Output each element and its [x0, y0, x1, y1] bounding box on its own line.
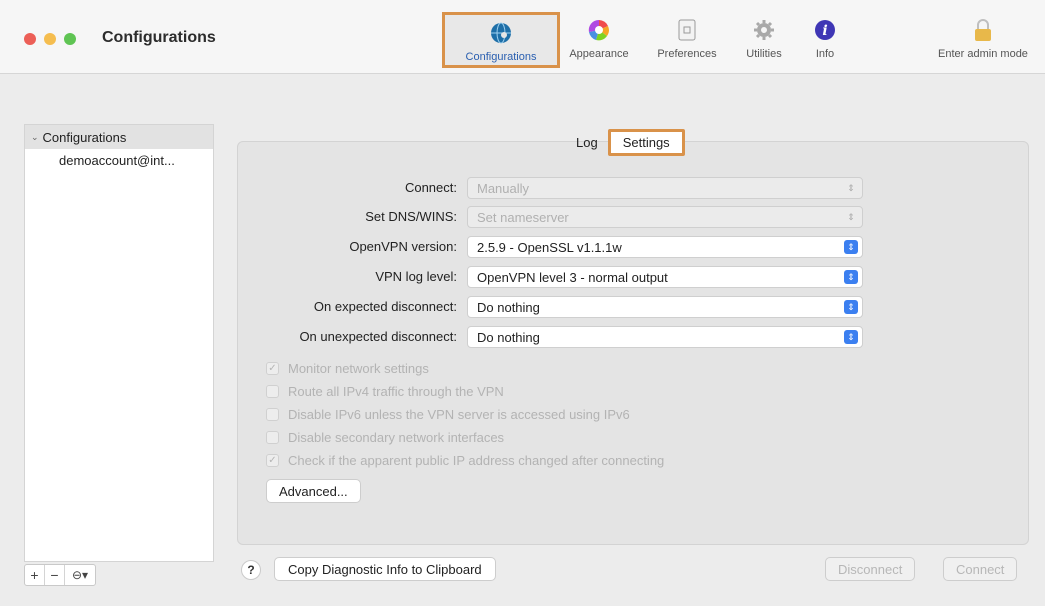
- connect-row: Connect: Manually ⇕: [237, 177, 877, 199]
- checkmark-icon: ✓: [266, 453, 279, 467]
- sidebar-item-demoaccount[interactable]: demoaccount@int...: [25, 149, 213, 171]
- unexpected-disconnect-label: On unexpected disconnect:: [299, 329, 457, 344]
- expected-disconnect-row: On expected disconnect: Do nothing ⇕: [237, 296, 877, 318]
- tab-settings[interactable]: Settings: [607, 128, 685, 156]
- dns-wins-label: Set DNS/WINS:: [365, 209, 457, 224]
- openvpn-version-label: OpenVPN version:: [349, 239, 457, 254]
- sidebar-header-label: Configurations: [42, 129, 127, 145]
- check-public-ip-label: Check if the apparent public IP address …: [288, 452, 665, 468]
- globe-icon: [489, 21, 513, 45]
- toolbar-utilities-label: Utilities: [746, 48, 782, 60]
- toolbar-appearance[interactable]: Appearance: [562, 12, 636, 68]
- connect-button[interactable]: Connect: [943, 557, 1018, 581]
- window-title: Configurations: [102, 29, 216, 46]
- select-stepper-icon: ⇕: [844, 240, 858, 254]
- toolbar-preferences-label: Preferences: [657, 48, 717, 60]
- disable-ipv6-label: Disable IPv6 unless the VPN server is ac…: [288, 406, 630, 422]
- expected-disconnect-label: On expected disconnect:: [313, 299, 457, 314]
- vpn-log-level-value: OpenVPN level 3 - normal output: [477, 269, 668, 285]
- toolbar-admin-mode[interactable]: Enter admin mode: [926, 12, 1040, 68]
- expected-disconnect-select[interactable]: Do nothing ⇕: [467, 296, 863, 318]
- toolbar-utilities[interactable]: Utilities: [738, 12, 790, 68]
- preferences-icon: [675, 18, 699, 42]
- add-configuration-button[interactable]: +: [25, 565, 45, 585]
- unexpected-disconnect-row: On unexpected disconnect: Do nothing ⇕: [237, 326, 877, 348]
- sidebar-button-bar: + − ⊖▾: [24, 564, 96, 586]
- log-settings-tabs: Log Settings: [566, 128, 685, 156]
- route-ipv4-checkbox[interactable]: Route all IPv4 traffic through the VPN: [266, 381, 504, 401]
- color-wheel-icon: [587, 18, 611, 42]
- toolbar-configurations[interactable]: Configurations: [442, 12, 560, 68]
- close-window-button[interactable]: [24, 33, 36, 45]
- openvpn-version-row: OpenVPN version: 2.5.9 - OpenSSL v1.1.1w…: [237, 236, 877, 258]
- openvpn-version-select[interactable]: 2.5.9 - OpenSSL v1.1.1w ⇕: [467, 236, 863, 258]
- openvpn-version-value: 2.5.9 - OpenSSL v1.1.1w: [477, 239, 622, 255]
- unexpected-disconnect-select[interactable]: Do nothing ⇕: [467, 326, 863, 348]
- toolbar-preferences[interactable]: Preferences: [648, 12, 726, 68]
- zoom-window-button[interactable]: [64, 33, 76, 45]
- checkbox-empty-icon: [266, 407, 279, 421]
- select-stepper-icon: ⇕: [844, 330, 858, 344]
- disconnect-button[interactable]: Disconnect: [825, 557, 916, 581]
- tunnelblick-window: Configurations Configurations Appearance: [0, 0, 1045, 606]
- advanced-button[interactable]: Advanced...: [266, 479, 361, 503]
- select-stepper-icon: ⇕: [844, 300, 858, 314]
- minimize-window-button[interactable]: [44, 33, 56, 45]
- route-ipv4-label: Route all IPv4 traffic through the VPN: [288, 383, 504, 399]
- select-stepper-icon: ⇕: [844, 270, 858, 284]
- copy-diagnostic-button[interactable]: Copy Diagnostic Info to Clipboard: [274, 557, 496, 581]
- checkbox-empty-icon: [266, 384, 279, 398]
- select-stepper-icon: ⇕: [847, 211, 855, 222]
- connect-label: Connect:: [404, 180, 457, 195]
- disable-ipv6-checkbox[interactable]: Disable IPv6 unless the VPN server is ac…: [266, 404, 630, 424]
- toolbar-info-label: Info: [815, 48, 835, 60]
- svg-text:i: i: [822, 23, 827, 39]
- chevron-down-icon[interactable]: ⌄: [31, 132, 39, 143]
- monitor-network-label: Monitor network settings: [288, 360, 429, 376]
- configurations-sidebar: ⌄ Configurations demoaccount@int...: [24, 124, 214, 562]
- check-public-ip-checkbox[interactable]: ✓ Check if the apparent public IP addres…: [266, 450, 664, 470]
- select-stepper-icon: ⇕: [847, 182, 855, 193]
- connect-select[interactable]: Manually ⇕: [467, 177, 863, 199]
- remove-configuration-button[interactable]: −: [45, 565, 65, 585]
- help-button[interactable]: ?: [241, 560, 261, 580]
- vpn-log-level-select[interactable]: OpenVPN level 3 - normal output ⇕: [467, 266, 863, 288]
- tab-log[interactable]: Log: [566, 131, 608, 154]
- checkbox-empty-icon: [266, 430, 279, 444]
- disable-secondary-interfaces-label: Disable secondary network interfaces: [288, 429, 505, 445]
- toolbar-admin-mode-label: Enter admin mode: [938, 48, 1028, 60]
- connect-value: Manually: [477, 180, 530, 196]
- dns-wins-value: Set nameserver: [477, 209, 569, 225]
- vpn-log-level-row: VPN log level: OpenVPN level 3 - normal …: [237, 266, 877, 288]
- sidebar-group-configurations[interactable]: ⌄ Configurations: [25, 125, 213, 149]
- gear-icon: [752, 18, 776, 42]
- configuration-actions-menu[interactable]: ⊖▾: [65, 565, 95, 585]
- disable-secondary-interfaces-checkbox[interactable]: Disable secondary network interfaces: [266, 427, 504, 447]
- dns-wins-row: Set DNS/WINS: Set nameserver ⇕: [237, 206, 877, 228]
- unexpected-disconnect-value: Do nothing: [477, 329, 540, 345]
- dns-wins-select[interactable]: Set nameserver ⇕: [467, 206, 863, 228]
- lock-icon: [971, 18, 995, 42]
- sidebar-item-label: demoaccount@int...: [59, 152, 175, 168]
- expected-disconnect-value: Do nothing: [477, 299, 540, 315]
- checkmark-icon: ✓: [266, 361, 279, 375]
- vpn-log-level-label: VPN log level:: [375, 269, 457, 284]
- toolbar-appearance-label: Appearance: [569, 48, 629, 60]
- toolbar-configurations-label: Configurations: [465, 51, 537, 63]
- toolbar: Configurations Configurations Appearance: [0, 0, 1045, 74]
- toolbar-info[interactable]: i Info: [808, 12, 842, 68]
- info-icon: i: [813, 18, 837, 42]
- monitor-network-checkbox[interactable]: ✓ Monitor network settings: [266, 358, 429, 378]
